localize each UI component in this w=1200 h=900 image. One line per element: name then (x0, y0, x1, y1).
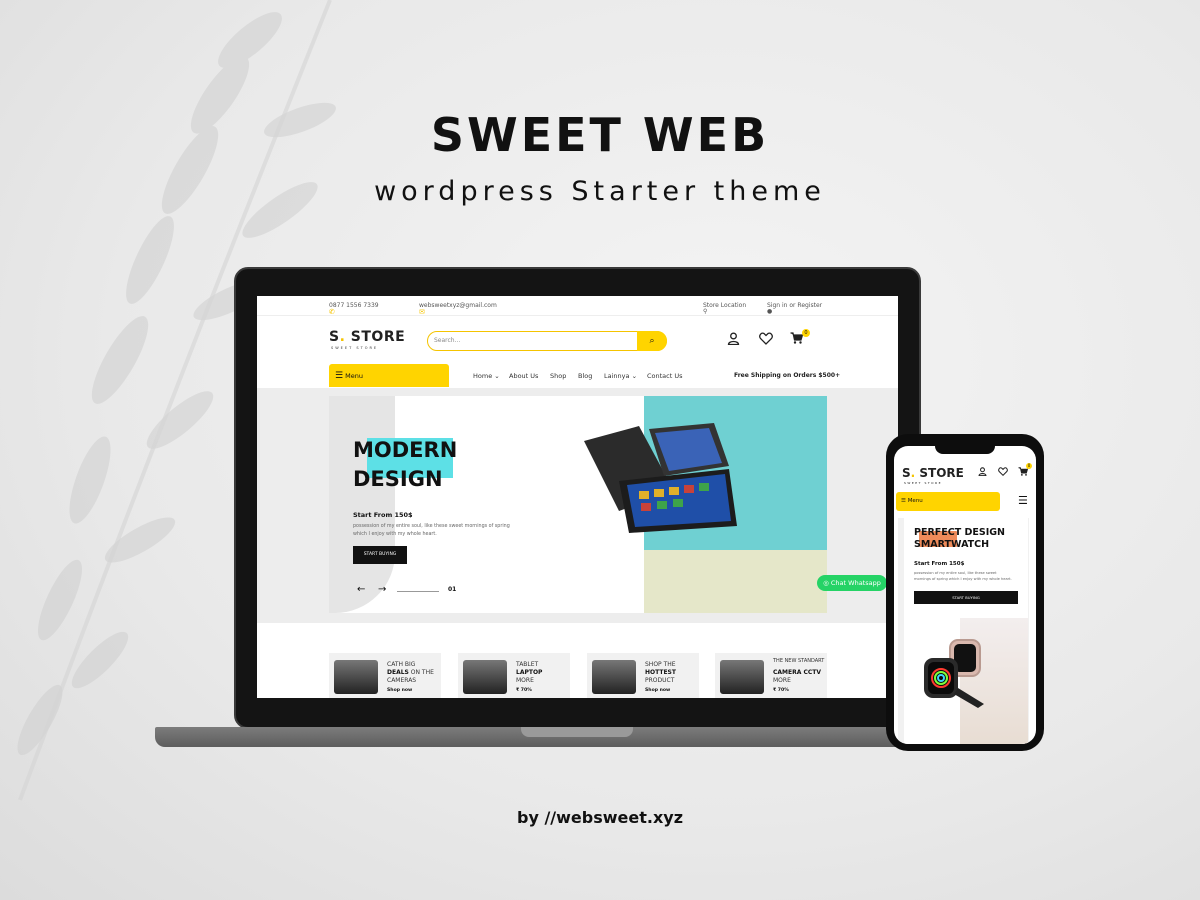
category-line3: MORE (516, 677, 534, 684)
mobile-menu-button[interactable]: ☰ Menu (896, 492, 1000, 511)
cctv-product-image (720, 660, 764, 694)
cart-icon[interactable] (790, 332, 804, 347)
slide-description: possession of my entire soul, like these… (353, 524, 510, 537)
chevron-down-icon: ⌄ (631, 372, 638, 380)
slide-price: Start From 150$ (353, 511, 413, 519)
slide-heading: MODERN DESIGN (353, 438, 458, 491)
mobile-slide-description: possession of my entire soul, like these… (914, 571, 1012, 581)
whatsapp-chat-button[interactable]: ◎ Chat Whatsapp (817, 575, 887, 591)
shop-now-link[interactable]: Shop now (645, 688, 670, 693)
nav-about-us[interactable]: About Us (509, 372, 538, 380)
heart-icon[interactable] (998, 467, 1008, 479)
category-card-laptop[interactable]: TABLET LAPTOP MORE ₹ 70% (458, 653, 570, 698)
search-bar[interactable]: Search... ⌕ (427, 330, 667, 351)
camera-product-image (334, 660, 378, 694)
pc-product-image (592, 660, 636, 694)
heart-icon[interactable] (759, 332, 773, 348)
top-bar: ✆ 0877 1556 7339 ✉ websweetxyz@gmail.com… (257, 296, 898, 316)
hamburger-icon: ☰ (335, 371, 344, 381)
logo-tagline: SWEET STORE (331, 346, 379, 350)
nav-blog[interactable]: Blog (578, 372, 592, 380)
start-buying-button[interactable]: START BUYING (353, 546, 407, 564)
category-line3: CAMERAS (387, 677, 417, 684)
mobile-slide-heading: PERFECT DESIGN SMARTWATCH (914, 527, 1006, 550)
desktop-screen: ✆ 0877 1556 7339 ✉ websweetxyz@gmail.com… (257, 296, 898, 698)
mobile-screen: S. STORE SWEET STORE 0 ☰ Menu ☰ PERFECT … (894, 446, 1036, 744)
mobile-start-buying-button[interactable]: START BUYING (914, 591, 1018, 604)
mobile-slide-price: Start From 150$ (914, 561, 965, 567)
nav-shop[interactable]: Shop (550, 372, 566, 380)
search-icon: ⌕ (649, 335, 655, 346)
category-line3: PRODUCT (645, 677, 675, 684)
location-pin-icon: ⚲ (703, 308, 708, 315)
category-card-cctv[interactable]: THE NEW STANDART CAMERA CCTV MORE ₹ 70% (715, 653, 827, 698)
store-location-link[interactable]: ⚲ Store Location (703, 302, 746, 315)
mobile-logo-tagline: SWEET STORE (904, 481, 943, 485)
menu-button[interactable]: ☰ Menu (329, 364, 449, 387)
user-icon[interactable] (978, 467, 987, 479)
whatsapp-icon: ◎ (823, 579, 829, 587)
next-arrow-icon[interactable]: → (378, 584, 386, 595)
category-card-cameras[interactable]: CATH BIG DEALS ON THE CAMERAS Shop now (329, 653, 441, 698)
slide-grey-shape (329, 396, 395, 613)
prev-arrow-icon[interactable]: ← (357, 584, 365, 595)
hamburger-icon: ☰ (901, 498, 906, 504)
user-small-icon: ● (767, 308, 773, 315)
phone-frame: S. STORE SWEET STORE 0 ☰ Menu ☰ PERFECT … (886, 434, 1044, 751)
category-card-hottest[interactable]: SHOP THE HOTTEST PRODUCT Shop now (587, 653, 699, 698)
user-icon[interactable] (727, 332, 740, 348)
email-contact[interactable]: ✉ websweetxyz@gmail.com (419, 302, 497, 316)
discount-label: ₹ 70% (516, 688, 532, 693)
phone-notch (935, 446, 995, 454)
signin-link[interactable]: ● Sign in or Register (767, 302, 822, 315)
slide-floor-backdrop (644, 550, 827, 613)
mobile-nav-toggle-icon[interactable]: ☰ (1018, 494, 1028, 507)
category-line3: MORE (773, 677, 791, 684)
discount-label: ₹ 70% (773, 688, 789, 693)
phone-contact[interactable]: ✆ 0877 1556 7339 (329, 302, 379, 316)
site-logo[interactable]: S. STORE (329, 329, 405, 345)
hero-slide: MODERN DESIGN Start From 150$ possession … (329, 396, 827, 613)
phone-icon: ✆ (329, 308, 335, 316)
slide-index: 01 (448, 586, 457, 593)
laptop-notch (521, 727, 633, 737)
nav-contact-us[interactable]: Contact Us (647, 372, 683, 380)
nav-lainnya[interactable]: Lainnya ⌄ (604, 372, 637, 380)
mobile-hero-slide: PERFECT DESIGN SMARTWATCH Start From 150$… (898, 518, 1029, 744)
tablet-product-image (463, 660, 507, 694)
promo-byline: by //websweet.xyz (516, 808, 684, 827)
cart-icon[interactable] (1018, 467, 1029, 479)
free-shipping-note: Free Shipping on Orders $500+ (734, 372, 841, 379)
nav-home[interactable]: Home ⌄ (473, 372, 500, 380)
promo-subtitle: wordpress Starter theme (374, 176, 826, 207)
mobile-slide-inner: PERFECT DESIGN SMARTWATCH Start From 150$… (904, 518, 1028, 744)
mail-icon: ✉ (419, 308, 425, 316)
shop-now-link[interactable]: Shop now (387, 688, 412, 693)
mobile-cart-count-badge: 0 (1026, 463, 1032, 469)
slide-progress-line (397, 591, 439, 592)
promo-title: SWEET WEB (430, 108, 770, 162)
category-line1: THE NEW STANDART (773, 658, 825, 664)
mobile-site-logo[interactable]: S. STORE (902, 466, 964, 480)
smartwatch-product-image (924, 639, 984, 708)
chevron-down-icon: ⌄ (494, 372, 500, 380)
cart-count-badge: 0 (802, 329, 810, 337)
search-input[interactable]: Search... (434, 337, 460, 344)
laptop-product-image (584, 423, 737, 533)
search-button[interactable]: ⌕ (637, 330, 667, 351)
